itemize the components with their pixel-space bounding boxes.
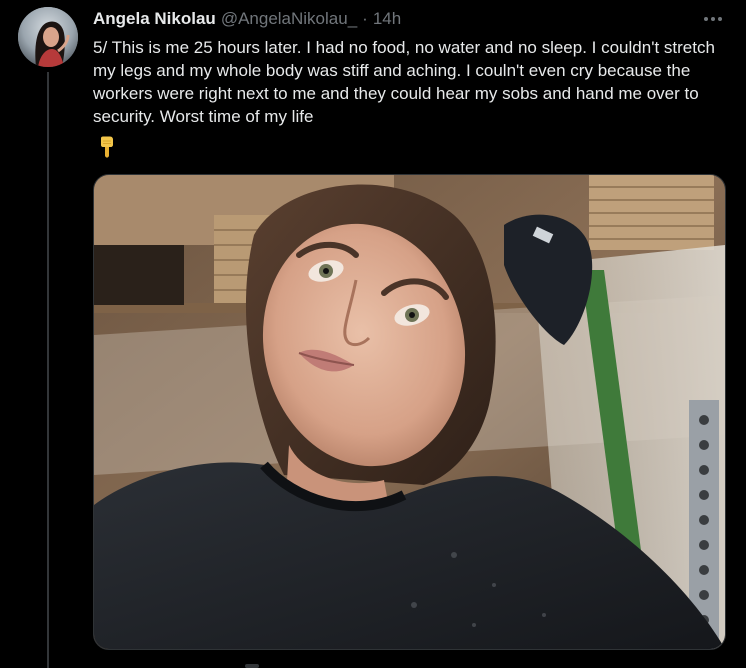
- tweet[interactable]: Angela Nikolau @AngelaNikolau_ · 14h 5/ …: [0, 0, 746, 668]
- photo-image: [94, 175, 725, 649]
- more-horizontal-icon: [704, 17, 722, 21]
- action-bar-hint: [245, 664, 259, 668]
- timestamp[interactable]: 14h: [373, 9, 401, 29]
- thread-line: [47, 72, 49, 668]
- display-name[interactable]: Angela Nikolau: [93, 9, 216, 29]
- tweet-photo[interactable]: [93, 174, 726, 650]
- avatar-image: [18, 7, 78, 67]
- tweet-text: 5/ This is me 25 hours later. I had no f…: [93, 38, 720, 126]
- more-options-button[interactable]: [698, 8, 728, 30]
- avatar[interactable]: [18, 7, 78, 67]
- user-handle[interactable]: @AngelaNikolau_: [221, 9, 357, 29]
- tweet-header: Angela Nikolau @AngelaNikolau_ · 14h: [93, 8, 401, 30]
- separator-dot: ·: [362, 9, 368, 28]
- backhand-index-pointing-down-icon: [95, 135, 119, 159]
